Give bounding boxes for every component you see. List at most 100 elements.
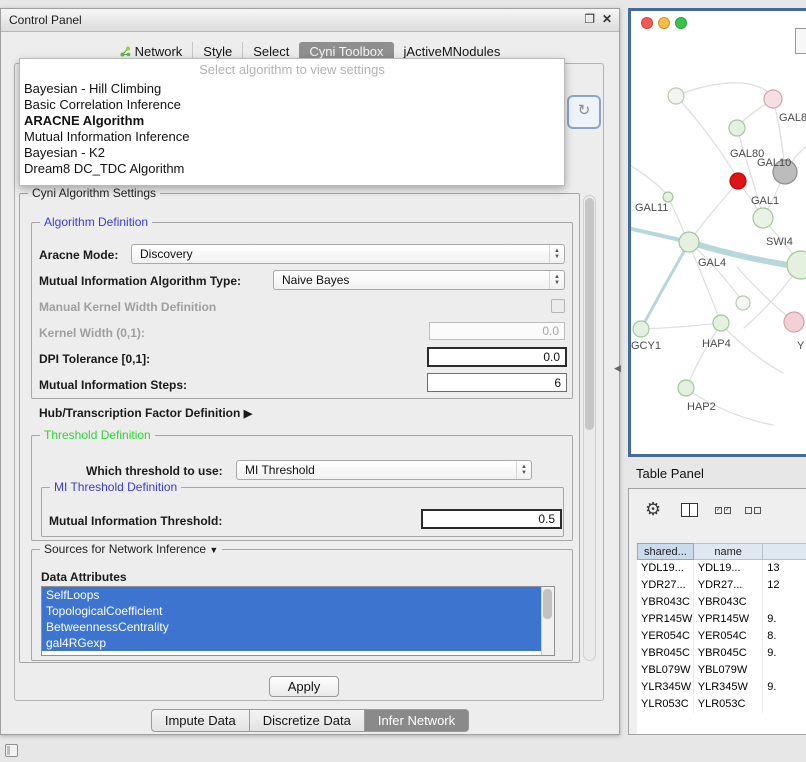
- network-node[interactable]: [736, 296, 750, 310]
- column-header-extra[interactable]: [763, 543, 806, 560]
- algorithm-definition-title: Algorithm Definition: [40, 215, 152, 229]
- table-row[interactable]: YDL19...YDL19...13: [637, 560, 806, 577]
- network-view-panel[interactable]: GAL8GAL80GAL10GAL11GAL1SWI4GAL4GCY1HAP4H…: [628, 8, 806, 457]
- dpi-tolerance-field[interactable]: 0.0: [427, 347, 567, 367]
- table-toolbar: ⚙ ✓✓: [629, 489, 806, 535]
- attribute-item[interactable]: BetweennessCentrality: [42, 619, 554, 635]
- table-cell: YLR053C: [637, 696, 694, 713]
- network-node[interactable]: [787, 251, 806, 279]
- network-node[interactable]: [678, 380, 694, 396]
- table-cell: 9.: [763, 645, 806, 662]
- network-node[interactable]: [713, 315, 729, 331]
- float-window-icon[interactable]: ❐: [584, 12, 595, 26]
- table-row[interactable]: YBR043CYBR043C: [637, 594, 806, 611]
- attribute-item[interactable]: TopologicalCoefficient: [42, 603, 554, 619]
- apply-button[interactable]: Apply: [269, 676, 339, 697]
- mi-algorithm-type-combobox[interactable]: Naive Bayes ▲▼: [273, 270, 565, 290]
- bottom-tab-bar: Impute DataDiscretize DataInfer Network: [1, 709, 619, 732]
- close-traffic-light[interactable]: [641, 17, 653, 29]
- manual-kernel-width-label: Manual Kernel Width Definition: [39, 300, 216, 314]
- network-edge[interactable]: [676, 96, 738, 180]
- table-row[interactable]: YLR345WYLR345W9.: [637, 679, 806, 696]
- bottom-tab-impute-data[interactable]: Impute Data: [151, 709, 250, 732]
- network-edge[interactable]: [676, 83, 773, 99]
- table-row[interactable]: YDR27...YDR27...12: [637, 577, 806, 594]
- combo-arrows-icon: ▲▼: [516, 461, 531, 479]
- algorithm-option-bayesian-k2[interactable]: Bayesian - K2: [20, 145, 564, 161]
- panel-splitter-arrow[interactable]: ◀: [614, 363, 621, 374]
- table-panel-window: ⚙ ✓✓ shared...name YDL19...YDL19...13YDR…: [628, 488, 806, 735]
- network-edge[interactable]: [689, 244, 720, 321]
- settings-scrollbar[interactable]: [583, 195, 596, 661]
- table-cell: 9.: [763, 611, 806, 628]
- table-row[interactable]: YPR145WYPR145W9.: [637, 611, 806, 628]
- bottom-tab-infer-network[interactable]: Infer Network: [365, 709, 469, 732]
- network-node[interactable]: [679, 232, 699, 252]
- hide-columns-unchecked-icon[interactable]: [745, 507, 761, 514]
- mi-threshold-label: Mutual Information Threshold:: [49, 514, 222, 528]
- control-panel-titlebar[interactable]: Control Panel ❐ ✕: [1, 9, 619, 32]
- network-node[interactable]: [668, 88, 684, 104]
- table-header-row: shared...name: [637, 543, 806, 560]
- table-cell: 12: [763, 577, 806, 594]
- manual-kernel-width-checkbox[interactable]: [551, 299, 565, 313]
- hub-section-toggle[interactable]: Hub/Transcription Factor Definition ▶: [39, 406, 252, 420]
- close-window-icon[interactable]: ✕: [602, 12, 612, 26]
- attribute-item[interactable]: SelfLoops: [42, 587, 554, 603]
- which-threshold-combobox[interactable]: MI Threshold ▲▼: [236, 460, 532, 480]
- mi-steps-field[interactable]: 6: [427, 373, 567, 392]
- network-node[interactable]: [753, 208, 773, 228]
- aracne-mode-combobox[interactable]: Discovery ▲▼: [131, 244, 565, 264]
- network-edge[interactable]: [687, 324, 721, 387]
- network-node[interactable]: [633, 321, 649, 337]
- table-cell: 9.: [763, 679, 806, 696]
- network-edge[interactable]: [737, 267, 794, 322]
- bottom-tab-discretize-data[interactable]: Discretize Data: [250, 709, 365, 732]
- algorithm-option-mutual-information-inference[interactable]: Mutual Information Inference: [20, 129, 564, 145]
- minimize-traffic-light[interactable]: [658, 17, 670, 29]
- show-columns-checked-icon[interactable]: ✓✓: [715, 507, 731, 514]
- zoom-traffic-light[interactable]: [675, 17, 687, 29]
- columns-icon[interactable]: [681, 503, 698, 517]
- table-cell: [763, 696, 806, 713]
- table-row[interactable]: YER054CYER054C8.: [637, 628, 806, 645]
- data-attributes-list[interactable]: SelfLoopsTopologicalCoefficientBetweenne…: [41, 586, 555, 656]
- network-node[interactable]: [784, 312, 804, 332]
- network-edge[interactable]: [641, 243, 689, 329]
- attribute-item[interactable]: gal4RGexp: [42, 635, 554, 651]
- network-edge[interactable]: [631, 161, 667, 195]
- minimized-panel-icon[interactable]: [5, 744, 18, 757]
- node-table[interactable]: shared...name YDL19...YDL19...13YDR27...…: [637, 543, 806, 734]
- network-node[interactable]: [764, 90, 782, 108]
- gear-icon[interactable]: ⚙: [645, 499, 661, 520]
- table-cell: YBR043C: [694, 594, 763, 611]
- control-panel-window: Control Panel ❐ ✕ NetworkStyleSelectCyni…: [0, 8, 620, 735]
- table-cell: 13: [763, 560, 806, 577]
- table-cell: [763, 662, 806, 679]
- algorithm-option-aracne-algorithm[interactable]: ARACNE Algorithm: [20, 113, 564, 129]
- list-scrollbar[interactable]: [541, 587, 554, 655]
- column-header-name[interactable]: name: [694, 543, 764, 560]
- algorithm-option-basic-correlation-inference[interactable]: Basic Correlation Inference: [20, 97, 564, 113]
- network-node[interactable]: [729, 120, 745, 136]
- table-cell: YER054C: [637, 628, 694, 645]
- network-graph[interactable]: GAL8GAL80GAL10GAL11GAL1SWI4GAL4GCY1HAP4H…: [631, 11, 806, 454]
- mi-threshold-field[interactable]: 0.5: [421, 509, 562, 529]
- refresh-button[interactable]: ↻: [567, 95, 601, 129]
- dpi-tolerance-label: DPI Tolerance [0,1]:: [39, 352, 150, 366]
- tab-label: jActiveMNodules: [404, 44, 501, 59]
- table-row[interactable]: YLR053CYLR053C: [637, 696, 806, 713]
- cyni-settings-title: Cyni Algorithm Settings: [28, 186, 160, 200]
- network-edge[interactable]: [641, 323, 719, 329]
- algorithm-option-bayesian-hill-climbing[interactable]: Bayesian - Hill Climbing: [20, 81, 564, 97]
- column-header-shared[interactable]: shared...: [637, 543, 694, 560]
- table-row[interactable]: YBL079WYBL079W: [637, 662, 806, 679]
- network-node[interactable]: [663, 192, 673, 202]
- algorithm-option-dream8-dc-tdc-algorithm[interactable]: Dream8 DC_TDC Algorithm: [20, 161, 564, 177]
- sources-title[interactable]: Sources for Network Inference ▼: [40, 542, 222, 556]
- tab-label: Style: [203, 44, 232, 59]
- table-row[interactable]: YBR045CYBR045C9.: [637, 645, 806, 662]
- network-edge[interactable]: [689, 183, 737, 242]
- network-node[interactable]: [730, 173, 746, 189]
- network-scroll-box[interactable]: [795, 28, 806, 54]
